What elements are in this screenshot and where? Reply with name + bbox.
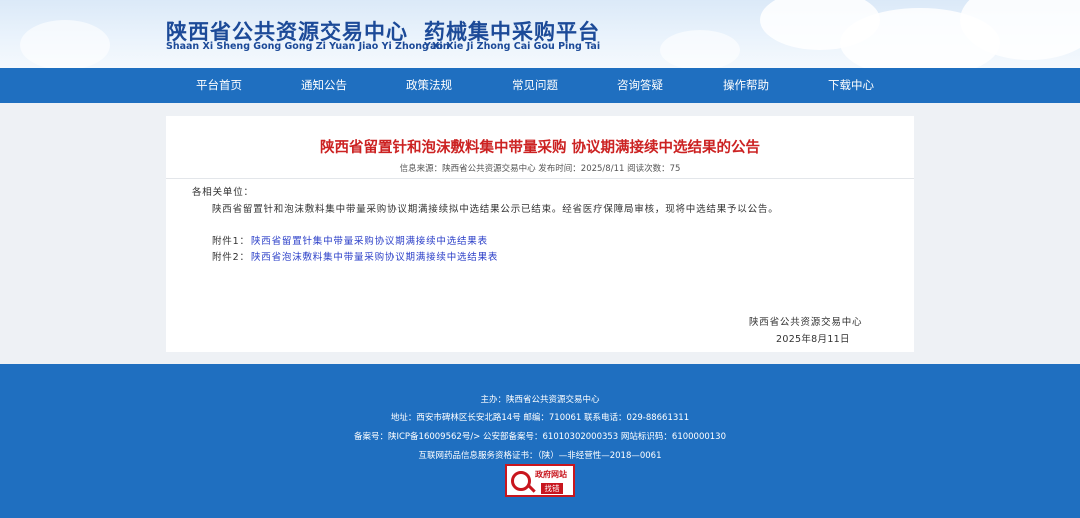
footer-address: 地址：西安市碑林区长安北路14号 邮编：710061 联系电话：029-8866… [390,413,690,423]
nav-item-faq[interactable]: 常见问题 [490,68,580,103]
nav-item-consult[interactable]: 咨询答疑 [595,68,685,103]
site-footer: 主办：陕西省公共资源交易中心 地址：西安市碑林区长安北路14号 邮编：71006… [0,364,1080,518]
signature-date: 2025年8月11日 [776,334,850,345]
badge-title: 政府网站 [535,470,567,479]
article-title: 陕西省留置针和泡沫敷料集中带量采购 协议期满接续中选结果的公告 [319,140,761,156]
gov-site-error-report-badge[interactable]: 政府网站 找错 [505,464,575,497]
article-meta: 信息来源：陕西省公共资源交易中心 发布时间：2025/8/11 阅读次数：75 [399,164,681,174]
nav-item-notices[interactable]: 通知公告 [279,68,369,103]
badge-label: 找错 [541,483,563,494]
cloud-decoration [20,20,110,68]
salutation: 各相关单位： [192,187,254,198]
site-title-en: Shaan Xi Sheng Gong Gong Zi Yuan Jiao Yi… [166,41,450,52]
article-paragraph: 陕西省留置针和泡沫敷料集中带量采购协议期满接续拟中选结果公示已结束。经省医疗保障… [212,204,779,215]
cloud-decoration [660,30,740,68]
nav-item-home[interactable]: 平台首页 [174,68,264,103]
attachment-link-1[interactable]: 陕西省留置针集中带量采购协议期满接续中选结果表 [251,233,488,247]
divider [166,178,914,179]
attachment-label: 附件1： [212,236,250,247]
nav-item-policies[interactable]: 政策法规 [384,68,474,103]
footer-record: 备案号：陕ICP备16009562号/> 公安部备案号：610103020003… [353,432,726,442]
nav-item-downloads[interactable]: 下载中心 [806,68,896,103]
platform-title-en: Yao Xie Ji Zhong Cai Gou Ping Tai [424,41,601,52]
nav-item-help[interactable]: 操作帮助 [701,68,791,103]
footer-host: 主办：陕西省公共资源交易中心 [480,395,600,405]
site-header: 陕西省公共资源交易中心 Shaan Xi Sheng Gong Gong Zi … [0,0,1080,68]
article-panel: 陕西省留置针和泡沫敷料集中带量采购 协议期满接续中选结果的公告 信息来源：陕西省… [166,116,914,352]
main-nav: 平台首页 通知公告 政策法规 常见问题 咨询答疑 操作帮助 下载中心 [0,68,1080,103]
signature-org: 陕西省公共资源交易中心 [749,317,863,328]
attachment-link-2[interactable]: 陕西省泡沫敷料集中带量采购协议期满接续中选结果表 [251,249,498,263]
attachment-label: 附件2： [212,252,250,263]
footer-license: 互联网药品信息服务资格证书：（陕）—非经营性—2018—0061 [418,451,662,461]
magnifier-handle [527,484,536,493]
